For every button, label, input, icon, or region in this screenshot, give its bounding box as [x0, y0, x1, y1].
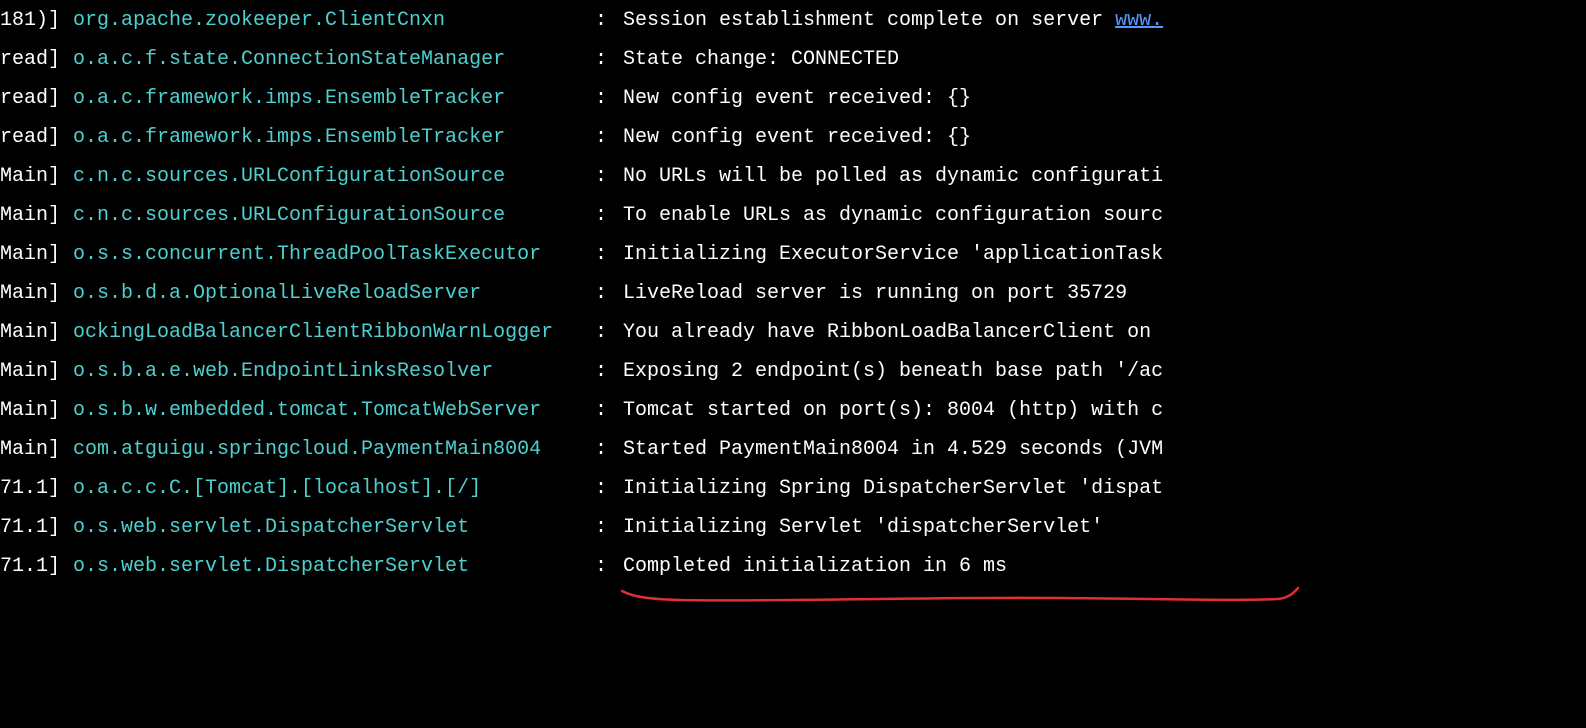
log-separator: : — [595, 41, 623, 79]
log-line: 71.1] o.s.web.servlet.DispatcherServlet … — [0, 548, 1586, 587]
log-separator: : — [595, 197, 623, 235]
log-line: Main] ockingLoadBalancerClientRibbonWarn… — [0, 314, 1586, 353]
log-logger: o.a.c.c.C.[Tomcat].[localhost].[/] — [65, 470, 595, 508]
log-logger: o.s.b.d.a.OptionalLiveReloadServer — [65, 275, 595, 313]
log-message: Session establishment complete on server… — [623, 2, 1163, 40]
log-message: To enable URLs as dynamic configuration … — [623, 197, 1163, 235]
log-thread: read] — [0, 119, 65, 157]
log-logger: c.n.c.sources.URLConfigurationSource — [65, 197, 595, 235]
log-logger: ockingLoadBalancerClientRibbonWarnLogger — [65, 314, 595, 352]
log-separator: : — [595, 119, 623, 157]
log-thread: Main] — [0, 314, 65, 352]
log-logger: o.s.s.concurrent.ThreadPoolTaskExecutor — [65, 236, 595, 274]
log-thread: 71.1] — [0, 548, 65, 586]
log-separator: : — [595, 431, 623, 469]
log-logger: o.s.web.servlet.DispatcherServlet — [65, 509, 595, 547]
log-separator: : — [595, 353, 623, 391]
log-separator: : — [595, 158, 623, 196]
log-logger: o.s.web.servlet.DispatcherServlet — [65, 548, 595, 586]
log-thread: 181)] — [0, 2, 65, 40]
log-thread: Main] — [0, 353, 65, 391]
log-line: read] o.a.c.framework.imps.EnsembleTrack… — [0, 119, 1586, 158]
log-thread: Main] — [0, 275, 65, 313]
log-separator: : — [595, 509, 623, 547]
log-thread: read] — [0, 80, 65, 118]
log-message: New config event received: {} — [623, 119, 971, 157]
log-message: Initializing ExecutorService 'applicatio… — [623, 236, 1163, 274]
hand-drawn-underline-annotation — [620, 585, 1300, 615]
log-line: Main] c.n.c.sources.URLConfigurationSour… — [0, 197, 1586, 236]
log-separator: : — [595, 314, 623, 352]
log-message: Initializing Spring DispatcherServlet 'd… — [623, 470, 1163, 508]
log-separator: : — [595, 392, 623, 430]
log-thread: Main] — [0, 431, 65, 469]
log-message: No URLs will be polled as dynamic config… — [623, 158, 1163, 196]
log-logger: o.a.c.f.state.ConnectionStateManager — [65, 41, 595, 79]
log-logger: o.a.c.framework.imps.EnsembleTracker — [65, 119, 595, 157]
log-message: Initializing Servlet 'dispatcherServlet' — [623, 509, 1103, 547]
console-log-output: 181)] org.apache.zookeeper.ClientCnxn : … — [0, 2, 1586, 587]
log-logger: o.a.c.framework.imps.EnsembleTracker — [65, 80, 595, 118]
log-line: read] o.a.c.f.state.ConnectionStateManag… — [0, 41, 1586, 80]
log-message: LiveReload server is running on port 357… — [623, 275, 1127, 313]
log-line: Main] com.atguigu.springcloud.PaymentMai… — [0, 431, 1586, 470]
log-logger: o.s.b.a.e.web.EndpointLinksResolver — [65, 353, 595, 391]
log-message: Exposing 2 endpoint(s) beneath base path… — [623, 353, 1163, 391]
log-thread: Main] — [0, 236, 65, 274]
log-message: Started PaymentMain8004 in 4.529 seconds… — [623, 431, 1163, 469]
log-thread: Main] — [0, 392, 65, 430]
log-separator: : — [595, 548, 623, 586]
log-line: 71.1] o.s.web.servlet.DispatcherServlet … — [0, 509, 1586, 548]
log-separator: : — [595, 275, 623, 313]
log-message: Tomcat started on port(s): 8004 (http) w… — [623, 392, 1163, 430]
log-line: Main] o.s.b.d.a.OptionalLiveReloadServer… — [0, 275, 1586, 314]
log-logger: c.n.c.sources.URLConfigurationSource — [65, 158, 595, 196]
log-line: read] o.a.c.framework.imps.EnsembleTrack… — [0, 80, 1586, 119]
log-thread: Main] — [0, 197, 65, 235]
log-separator: : — [595, 236, 623, 274]
log-message: State change: CONNECTED — [623, 41, 899, 79]
log-separator: : — [595, 470, 623, 508]
log-line: Main] c.n.c.sources.URLConfigurationSour… — [0, 158, 1586, 197]
log-line: 71.1] o.a.c.c.C.[Tomcat].[localhost].[/]… — [0, 470, 1586, 509]
log-line: Main] o.s.b.a.e.web.EndpointLinksResolve… — [0, 353, 1586, 392]
log-line: 181)] org.apache.zookeeper.ClientCnxn : … — [0, 2, 1586, 41]
log-separator: : — [595, 2, 623, 40]
log-logger: com.atguigu.springcloud.PaymentMain8004 — [65, 431, 595, 469]
log-line: Main] o.s.b.w.embedded.tomcat.TomcatWebS… — [0, 392, 1586, 431]
log-logger: o.s.b.w.embedded.tomcat.TomcatWebServer — [65, 392, 595, 430]
log-logger: org.apache.zookeeper.ClientCnxn — [65, 2, 595, 40]
log-thread: Main] — [0, 158, 65, 196]
log-message-text: Session establishment complete on server — [623, 9, 1115, 32]
log-thread: 71.1] — [0, 470, 65, 508]
log-message: Completed initialization in 6 ms — [623, 548, 1007, 586]
log-separator: : — [595, 80, 623, 118]
log-line: Main] o.s.s.concurrent.ThreadPoolTaskExe… — [0, 236, 1586, 275]
log-message: New config event received: {} — [623, 80, 971, 118]
server-link[interactable]: www. — [1115, 9, 1163, 32]
log-message: You already have RibbonLoadBalancerClien… — [623, 314, 1151, 352]
log-thread: 71.1] — [0, 509, 65, 547]
log-thread: read] — [0, 41, 65, 79]
